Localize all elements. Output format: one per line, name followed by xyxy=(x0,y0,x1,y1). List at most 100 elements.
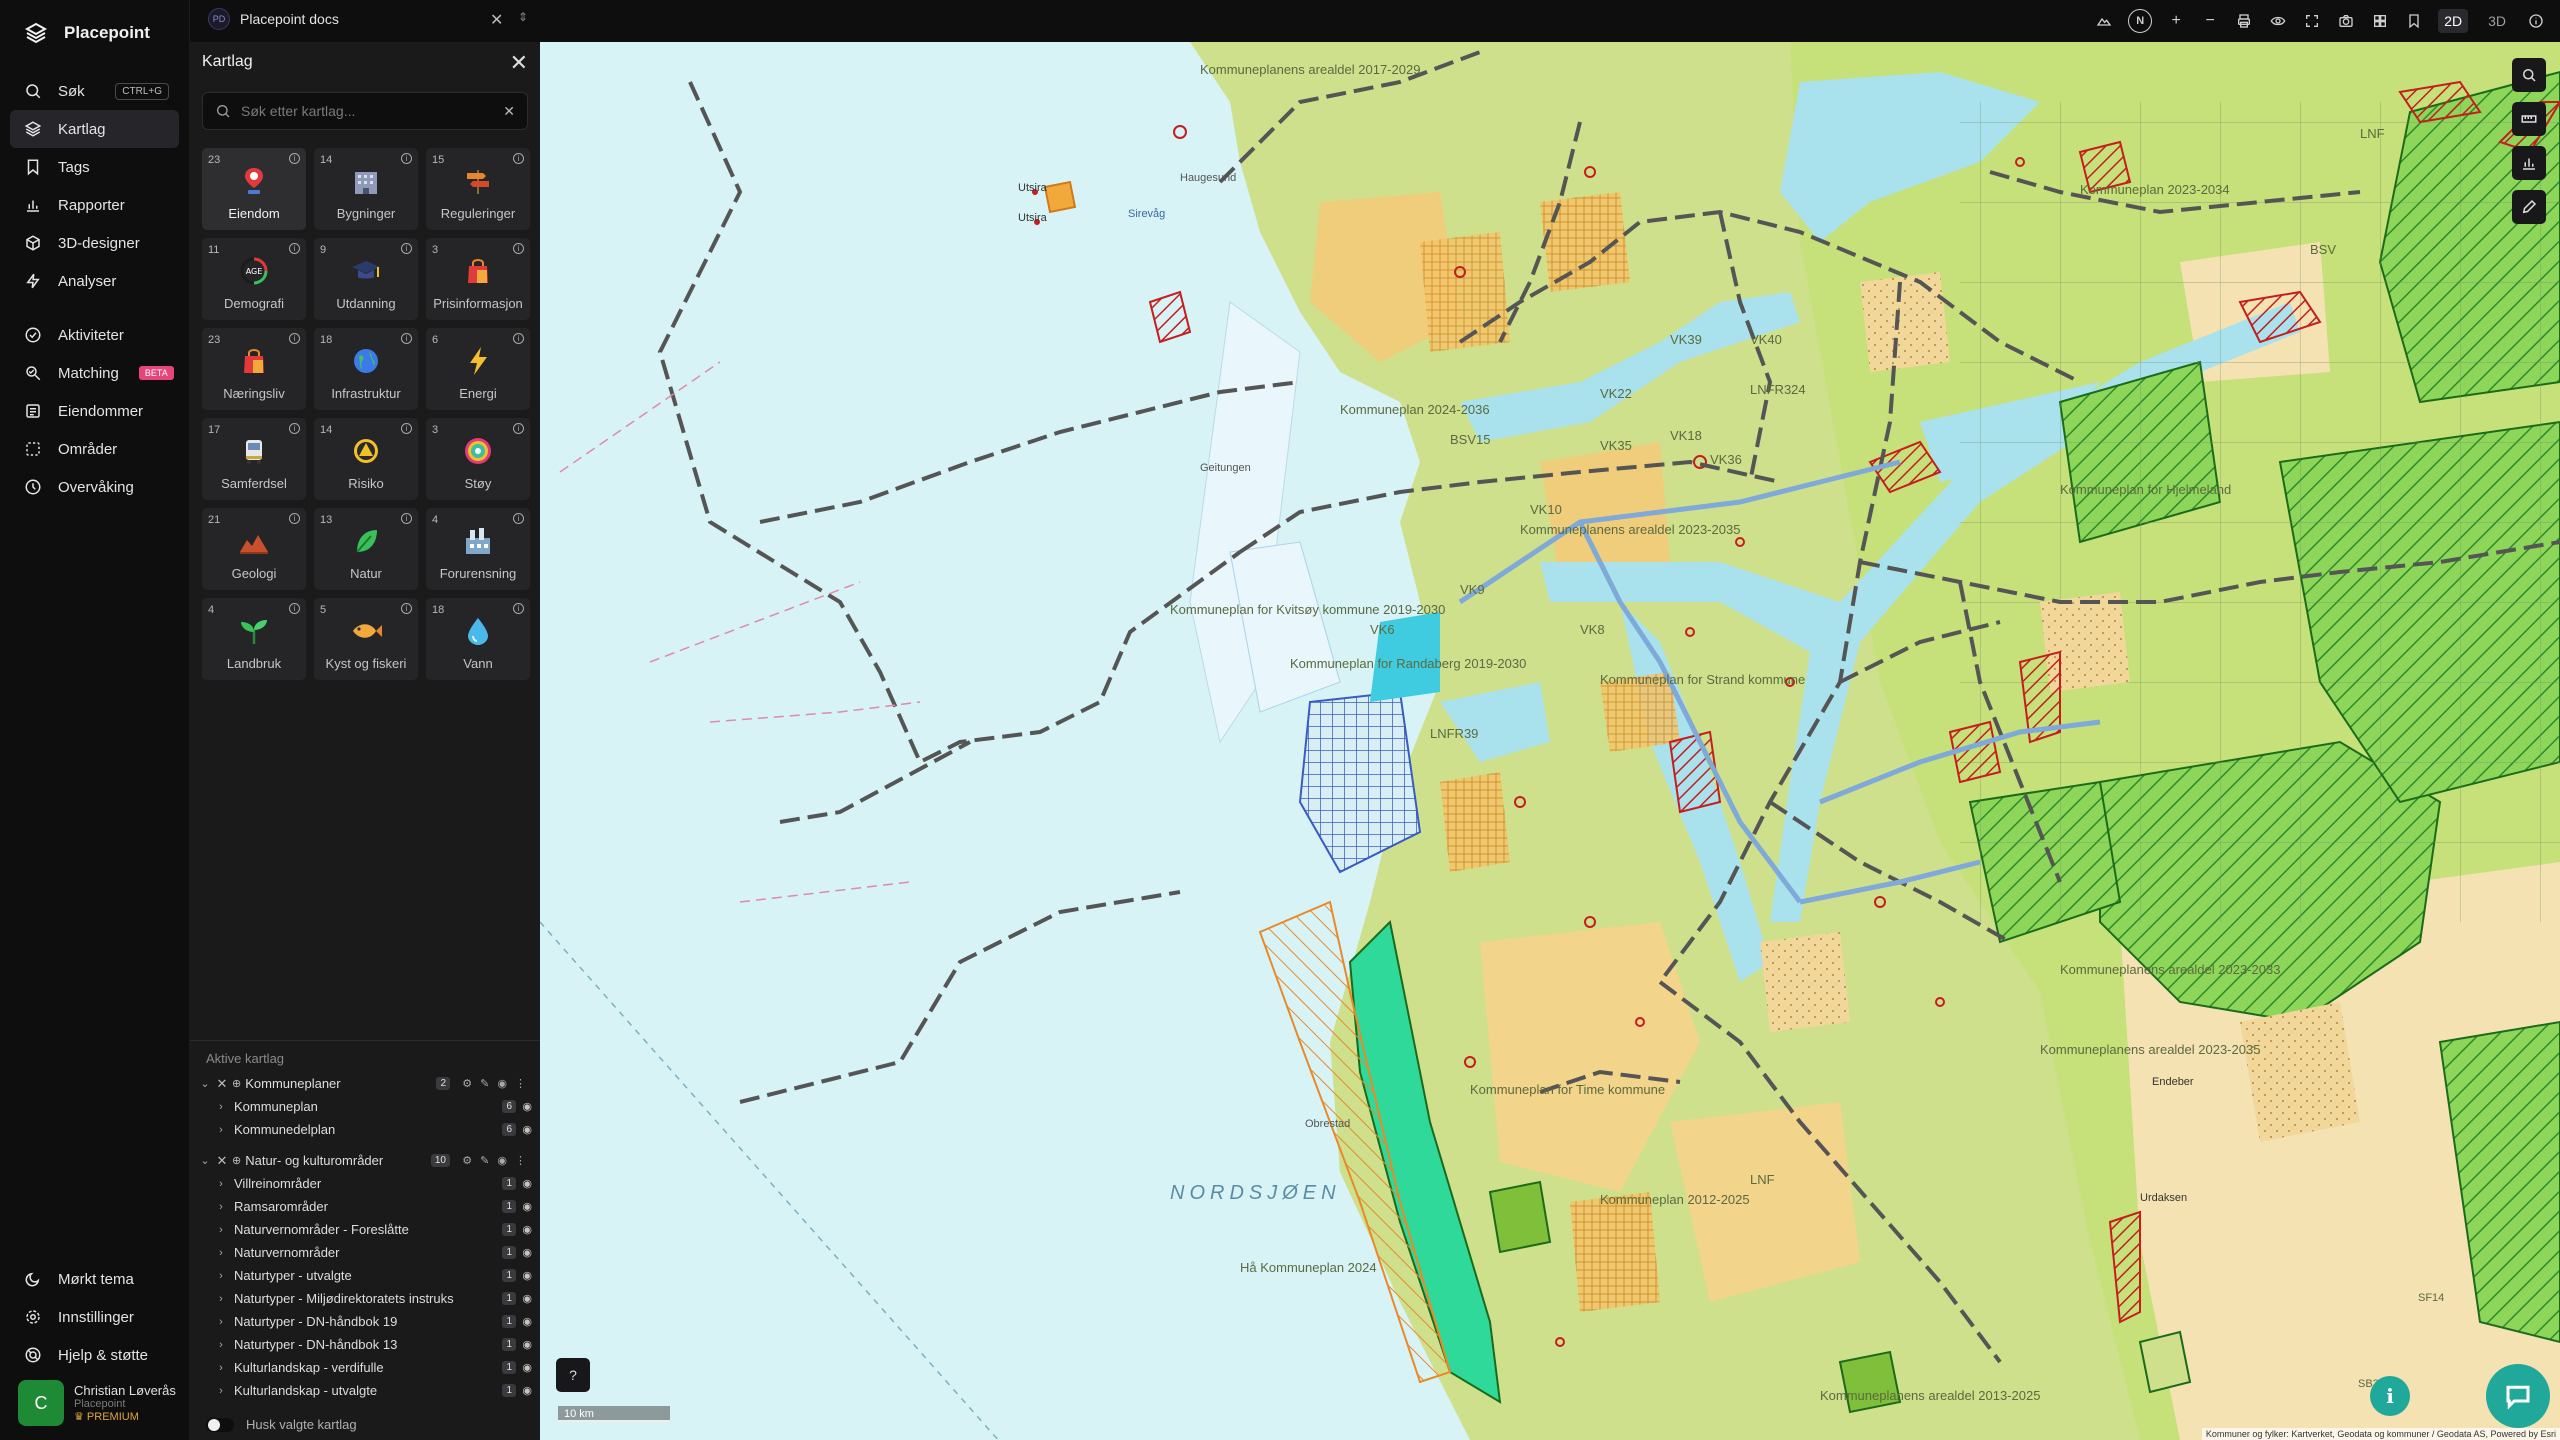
category-tile-bygninger[interactable]: 14 i Bygninger xyxy=(314,148,418,230)
more-icon[interactable]: ⋮ xyxy=(515,1154,526,1167)
terrain-toggle-icon[interactable] xyxy=(2094,11,2114,31)
nav-item-rapporter[interactable]: Rapporter xyxy=(10,186,179,224)
chevron-right-icon[interactable]: › xyxy=(214,1247,228,1259)
info-icon[interactable]: i xyxy=(401,513,412,524)
chevron-right-icon[interactable]: › xyxy=(214,1224,228,1236)
eye-icon[interactable]: ◉ xyxy=(522,1315,532,1328)
info-icon[interactable] xyxy=(2526,11,2546,31)
camera-icon[interactable] xyxy=(2336,11,2356,31)
eye-icon[interactable] xyxy=(2268,11,2288,31)
close-icon[interactable]: ✕ xyxy=(490,10,503,30)
nav-item-aktiviteter[interactable]: Aktiviteter xyxy=(10,316,179,354)
info-button[interactable]: i xyxy=(2370,1376,2410,1416)
remove-icon[interactable]: ✕ xyxy=(214,1076,230,1092)
info-icon[interactable]: i xyxy=(513,513,524,524)
settings-icon[interactable]: ⚙ xyxy=(462,1154,472,1167)
map-canvas[interactable]: Kommuneplanens arealdel 2017-2029 Kommun… xyxy=(540,42,2560,1440)
nav-item-analyser[interactable]: Analyser xyxy=(10,262,179,300)
chevron-right-icon[interactable]: › xyxy=(214,1316,228,1328)
chevron-right-icon[interactable]: › xyxy=(214,1124,228,1136)
zoom-in-icon[interactable]: + xyxy=(2166,11,2186,31)
info-icon[interactable]: i xyxy=(513,243,524,254)
layer-search-input[interactable] xyxy=(241,103,494,119)
print-icon[interactable] xyxy=(2234,11,2254,31)
category-tile-utdanning[interactable]: 9 i Utdanning xyxy=(314,238,418,320)
chevron-right-icon[interactable]: › xyxy=(214,1178,228,1190)
nav-item-settings[interactable]: Innstillinger xyxy=(10,1298,179,1336)
nav-item-dark-theme[interactable]: Mørkt tema xyxy=(10,1260,179,1298)
eye-icon[interactable]: ◉ xyxy=(522,1223,532,1236)
layer-item[interactable]: › Ramsarområder 1 ◉ xyxy=(190,1195,540,1218)
chevron-right-icon[interactable]: › xyxy=(214,1339,228,1351)
remember-layers[interactable]: Husk valgte kartlag xyxy=(206,1417,357,1432)
chat-button[interactable] xyxy=(2486,1364,2550,1428)
eye-icon[interactable]: ◉ xyxy=(522,1384,532,1397)
document-tab[interactable]: PD Placepoint docs xyxy=(208,8,339,30)
category-tile-reguleringer[interactable]: 15 i Reguleringer xyxy=(426,148,530,230)
draw-button[interactable] xyxy=(2512,190,2546,224)
info-icon[interactable]: i xyxy=(513,423,524,434)
brand[interactable]: Placepoint xyxy=(0,0,189,66)
category-tile-vann[interactable]: 18 i Vann xyxy=(426,598,530,680)
info-icon[interactable]: i xyxy=(401,603,412,614)
chevron-down-icon[interactable]: ⌄ xyxy=(198,1154,212,1167)
info-icon[interactable]: i xyxy=(289,333,300,344)
info-icon[interactable]: i xyxy=(513,153,524,164)
layer-item[interactable]: › Naturvernområder - Foreslåtte 1 ◉ xyxy=(190,1218,540,1241)
fullscreen-icon[interactable] xyxy=(2302,11,2322,31)
eye-icon[interactable]: ◉ xyxy=(522,1200,532,1213)
view-3d-button[interactable]: 3D xyxy=(2482,9,2512,33)
eye-icon[interactable]: ◉ xyxy=(522,1100,532,1113)
chevron-updown-icon[interactable]: ⇕ xyxy=(518,10,528,24)
layer-item[interactable]: › Kommuneplan 6 ◉ xyxy=(190,1095,540,1118)
basemap-button[interactable] xyxy=(2512,58,2546,92)
category-tile-natur[interactable]: 13 i Natur xyxy=(314,508,418,590)
chevron-right-icon[interactable]: › xyxy=(214,1270,228,1282)
info-icon[interactable]: i xyxy=(289,243,300,254)
category-tile-eiendom[interactable]: 23 i Eiendom xyxy=(202,148,306,230)
measure-button[interactable] xyxy=(2512,102,2546,136)
nav-item-help[interactable]: Hjelp & støtte xyxy=(10,1336,179,1374)
layer-item[interactable]: › Kulturlandskap - verdifulle 1 ◉ xyxy=(190,1356,540,1379)
legend-help-button[interactable]: ? xyxy=(556,1358,590,1392)
category-tile-kyst-og-fiskeri[interactable]: 5 i Kyst og fiskeri xyxy=(314,598,418,680)
more-icon[interactable]: ⋮ xyxy=(515,1077,526,1090)
edit-icon[interactable]: ✎ xyxy=(480,1154,489,1167)
eye-icon[interactable]: ◉ xyxy=(522,1292,532,1305)
info-icon[interactable]: i xyxy=(513,603,524,614)
close-icon[interactable]: ✕ xyxy=(510,50,528,76)
compass-icon[interactable]: N xyxy=(2128,9,2153,33)
category-tile-landbruk[interactable]: 4 i Landbruk xyxy=(202,598,306,680)
eye-icon[interactable]: ◉ xyxy=(522,1361,532,1374)
layer-item[interactable]: › Naturtyper - utvalgte 1 ◉ xyxy=(190,1264,540,1287)
eye-icon[interactable]: ◉ xyxy=(522,1246,532,1259)
eye-icon[interactable]: ◉ xyxy=(497,1077,507,1090)
layer-item[interactable]: › Kommunedelplan 6 ◉ xyxy=(190,1118,540,1141)
eye-icon[interactable]: ◉ xyxy=(522,1269,532,1282)
remove-icon[interactable]: ✕ xyxy=(214,1153,230,1169)
remember-toggle[interactable] xyxy=(206,1417,234,1432)
user-profile[interactable]: C Christian Løverås Placepoint ♛ PREMIUM xyxy=(18,1380,176,1426)
eye-icon[interactable]: ◉ xyxy=(497,1154,507,1167)
chevron-right-icon[interactable]: › xyxy=(214,1293,228,1305)
chevron-right-icon[interactable]: › xyxy=(214,1362,228,1374)
nav-item-search[interactable]: Søk CTRL+G xyxy=(10,72,179,110)
category-tile-infrastruktur[interactable]: 18 i Infrastruktur xyxy=(314,328,418,410)
category-tile-geologi[interactable]: 21 i Geologi xyxy=(202,508,306,590)
category-tile-næringsliv[interactable]: 23 i Næringsliv xyxy=(202,328,306,410)
category-tile-forurensning[interactable]: 4 i Forurensning xyxy=(426,508,530,590)
eye-icon[interactable]: ◉ xyxy=(522,1338,532,1351)
category-tile-prisinformasjon[interactable]: 3 i Prisinformasjon xyxy=(426,238,530,320)
zoom-out-icon[interactable]: − xyxy=(2200,11,2220,31)
chart-button[interactable] xyxy=(2512,146,2546,180)
category-tile-risiko[interactable]: 14 i Risiko xyxy=(314,418,418,500)
nav-item-overvaking[interactable]: Overvåking xyxy=(10,468,179,506)
clear-icon[interactable]: ✕ xyxy=(503,103,515,120)
info-icon[interactable]: i xyxy=(289,153,300,164)
edit-icon[interactable]: ✎ xyxy=(480,1077,489,1090)
nav-item-omrader[interactable]: Områder xyxy=(10,430,179,468)
chevron-down-icon[interactable]: ⌄ xyxy=(198,1077,212,1090)
info-icon[interactable]: i xyxy=(401,333,412,344)
info-icon[interactable]: i xyxy=(289,423,300,434)
bookmark-icon[interactable] xyxy=(2404,11,2424,31)
